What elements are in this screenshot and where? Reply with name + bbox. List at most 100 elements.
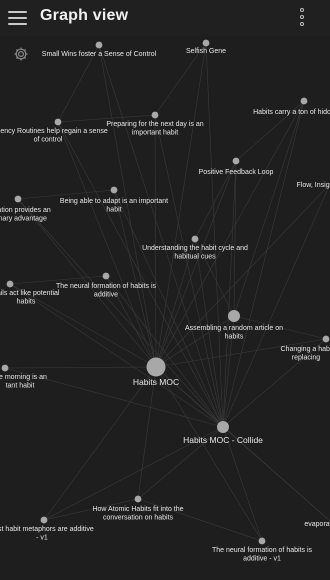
graph-node[interactable]: Assembling a random article on habits xyxy=(185,310,283,341)
graph-node-dot[interactable] xyxy=(6,280,14,288)
graph-edge xyxy=(154,114,157,368)
graph-node-label-line: uest habit metaphors are additive xyxy=(0,526,94,533)
graph-node-label-line: habitual cues xyxy=(174,254,216,261)
graph-node-label-line: ionary advantage xyxy=(0,216,47,223)
graph-node-label: evaporat xyxy=(304,521,330,528)
graph-node[interactable]: Being able to adapt is an important habit xyxy=(60,186,168,214)
graph-node-label-line: Habits MOC - Collide xyxy=(183,435,263,445)
graph-node[interactable]: Small Wins foster a Sense of Control xyxy=(42,41,157,58)
graph-node-dot[interactable] xyxy=(300,97,308,105)
graph-node-label-line: Habits MOC xyxy=(133,377,179,387)
graph-edge xyxy=(155,338,327,368)
graph-canvas[interactable]: Small Wins foster a Sense of Control Self… xyxy=(0,0,330,580)
top-bar: Graph view xyxy=(0,0,330,36)
graph-node[interactable]: The neural formation of habits is additiv… xyxy=(212,537,312,563)
graph-node-label: Being able to adapt is an important habit xyxy=(60,198,168,214)
graph-node-label-line: additive xyxy=(94,292,118,299)
graph-node-label-line: tant habit xyxy=(6,383,35,390)
graph-node-dot[interactable] xyxy=(95,41,103,49)
graph-edge xyxy=(9,283,224,428)
graph-node-label-line: important habit xyxy=(132,130,178,137)
graph-node-label-line: the morning is an xyxy=(0,374,47,381)
graph-node-dot[interactable] xyxy=(191,235,199,243)
graph-node[interactable]: esiliency Routines help regain a sense of… xyxy=(0,118,108,144)
graph-node[interactable]: How Atomic Habits fit into the conversati… xyxy=(92,495,184,522)
graph-node-label: Preparing for the next day is an importan… xyxy=(106,121,203,137)
graph-node-dot[interactable] xyxy=(54,118,62,126)
more-vertical-icon[interactable] xyxy=(296,7,308,27)
graph-node-label: rmation provides an ionary advantage xyxy=(0,207,51,223)
graph-node-label: Habits carry a ton of hido xyxy=(253,109,330,116)
graph-node-label-line: replacing xyxy=(292,355,321,362)
graph-node-label-line: Changing a habi xyxy=(281,346,330,353)
gear-icon[interactable] xyxy=(13,46,29,62)
graph-node-label-line: How Atomic Habits fit into the xyxy=(92,506,183,513)
graph-node-dot[interactable] xyxy=(110,186,118,194)
graph-node-dot[interactable] xyxy=(202,39,210,47)
graph-node-label-line: - v1 xyxy=(36,535,48,542)
graph-node-label-line: esiliency Routines help regain a sense xyxy=(0,128,108,135)
graph-edge xyxy=(113,189,224,428)
graph-node-label-line: Positive Feedback Loop xyxy=(199,169,274,176)
graph-node-label: The neural formation of habits is additiv… xyxy=(212,547,312,563)
graph-edge xyxy=(222,183,330,428)
graph-node-dot[interactable] xyxy=(40,516,48,524)
graph-node-label-line: Habits carry a ton of hido xyxy=(253,109,330,116)
graph-node-label-line: Assembling a random article on xyxy=(185,325,283,332)
graph-node-label: Habits MOC xyxy=(133,377,179,387)
graph-node-label-line: Small Wins foster a Sense of Control xyxy=(42,51,157,58)
graph-node[interactable]: Preparing for the next day is an importan… xyxy=(106,111,204,137)
graph-node-dot[interactable] xyxy=(232,157,240,165)
graph-node-dot[interactable] xyxy=(217,421,229,433)
graph-node-label-line: habits xyxy=(17,299,36,306)
graph-node-label-line: habits xyxy=(225,334,244,341)
graph-node-label: Habits MOC - Collide xyxy=(183,435,263,445)
graph-node-label: Understanding the habit cycle and habitua… xyxy=(142,245,248,261)
graph-node-dot[interactable] xyxy=(102,272,110,280)
graph-node-label: the morning is an tant habit xyxy=(0,374,47,390)
hamburger-menu-icon[interactable] xyxy=(8,9,28,27)
graph-node-label-line: habit xyxy=(106,207,121,214)
graph-node-label: Changing a habi replacing xyxy=(281,346,330,362)
graph-node-label-line: Understanding the habit cycle and xyxy=(142,245,248,252)
graph-edge xyxy=(105,275,224,428)
graph-node-label: The neural formation of habits is additiv… xyxy=(56,283,156,299)
graph-node[interactable]: evaporat xyxy=(304,521,330,528)
graph-node-label-line: The neural formation of habits is xyxy=(56,283,156,290)
graph-view-screen: Small Wins foster a Sense of Control Self… xyxy=(0,0,330,580)
graph-node-dot[interactable] xyxy=(1,364,9,372)
graph-edge xyxy=(155,42,207,368)
graph-node-label: Positive Feedback Loop xyxy=(199,169,274,176)
graph-node[interactable]: Habits carry a ton of hido xyxy=(253,97,330,116)
graph-node-label-line: The neural formation of habits is xyxy=(212,547,312,554)
graph-node-dot[interactable] xyxy=(146,357,166,377)
graph-node-dot[interactable] xyxy=(14,195,22,203)
graph-node-label: esiliency Routines help regain a sense of… xyxy=(0,128,108,144)
graph-node-label-line: additive - v1 xyxy=(243,556,281,563)
graph-node-label: Flow, Insigh xyxy=(297,182,330,189)
graph-node-label-line: conversation on habits xyxy=(103,515,174,522)
graph-node-label: Small Wins foster a Sense of Control xyxy=(42,51,157,58)
graph-node-label-line: Selfish Gene xyxy=(186,48,226,55)
graph-node[interactable]: uest habit metaphors are additive - v1 xyxy=(0,516,94,542)
graph-node-label: Selfish Gene xyxy=(186,48,226,55)
graph-node-label-line: evaporat xyxy=(304,521,330,528)
graph-node-dot[interactable] xyxy=(134,495,142,503)
graph-node-label: How Atomic Habits fit into the conversati… xyxy=(92,506,183,522)
graph-edge xyxy=(222,100,305,428)
graph-node-dot[interactable] xyxy=(228,310,240,322)
graph-node[interactable]: the morning is an tant habit xyxy=(0,364,47,390)
graph-node-dot[interactable] xyxy=(151,111,159,119)
graph-node-label: trails act like potential habits xyxy=(0,290,60,306)
graph-node-label: uest habit metaphors are additive - v1 xyxy=(0,526,94,542)
graph-node-label-line: Preparing for the next day is an xyxy=(106,121,203,128)
graph-node[interactable]: trails act like potential habits xyxy=(0,280,60,306)
graph-node-dot[interactable] xyxy=(322,335,330,343)
graph-node-dot[interactable] xyxy=(258,537,266,545)
graph-node[interactable]: Flow, Insigh xyxy=(297,182,330,189)
graph-node[interactable]: Habits MOC - Collide xyxy=(183,421,263,445)
graph-node-label-line: of control xyxy=(34,137,63,144)
graph-node[interactable]: Selfish Gene xyxy=(186,39,226,55)
page-title: Graph view xyxy=(40,7,129,24)
graph-node[interactable]: rmation provides an ionary advantage xyxy=(0,195,51,223)
